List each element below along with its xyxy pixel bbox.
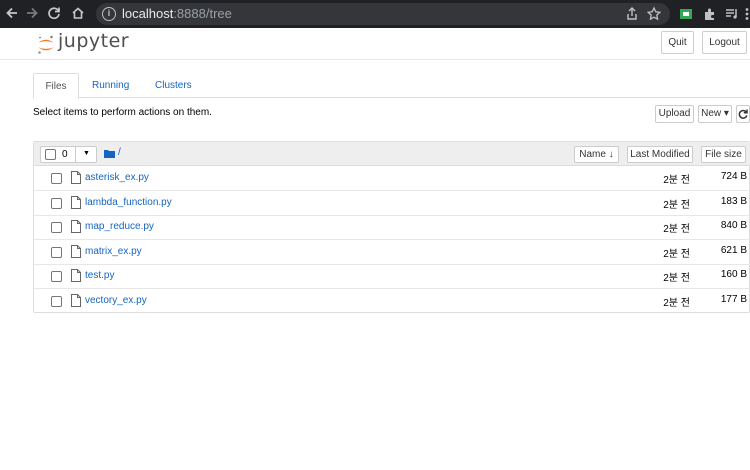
file-icon: [71, 244, 81, 258]
file-icon: [71, 195, 81, 209]
item-link[interactable]: test.py: [85, 270, 114, 281]
tab-clusters[interactable]: Clusters: [143, 73, 204, 98]
select-menu-caret-icon[interactable]: ▼: [75, 146, 97, 163]
browser-toolbar: i localhost:8888/tree: [0, 0, 750, 28]
list-item[interactable]: lambda_function.py 2분 전 183 B: [34, 191, 750, 216]
file-icon: [71, 269, 81, 282]
dashboard-tabs: Files Running Clusters: [33, 73, 750, 99]
item-checkbox[interactable]: [51, 173, 62, 184]
file-icon: [71, 171, 81, 184]
list-header: 0 ▼ / Name ↓ Last Modified File size: [34, 142, 750, 166]
jupyter-header: jupyter Quit Logout: [0, 28, 750, 60]
extension-green-icon[interactable]: [678, 6, 694, 22]
list-item[interactable]: asterisk_ex.py 2분 전 724 B: [34, 166, 750, 191]
back-icon[interactable]: [2, 4, 22, 24]
forward-icon[interactable]: [22, 4, 42, 24]
item-link[interactable]: vectory_ex.py: [85, 295, 147, 306]
selected-count: 0: [62, 149, 68, 160]
extensions-puzzle-icon[interactable]: [702, 6, 718, 22]
media-queue-icon[interactable]: [724, 6, 740, 22]
breadcrumb-root[interactable]: /: [118, 147, 121, 158]
menu-icon[interactable]: [744, 6, 750, 22]
reload-icon[interactable]: [44, 4, 64, 24]
item-modified: 2분 전: [663, 224, 690, 235]
tab-running[interactable]: Running: [80, 73, 141, 98]
item-link[interactable]: matrix_ex.py: [85, 246, 142, 257]
item-checkbox[interactable]: [51, 295, 62, 307]
item-size: 724 B: [720, 171, 747, 182]
quit-button[interactable]: Quit: [661, 31, 694, 54]
item-checkbox[interactable]: [51, 197, 62, 209]
jupyter-logo-icon[interactable]: [36, 34, 56, 56]
sort-name-button[interactable]: Name ↓: [574, 146, 619, 163]
list-item[interactable]: matrix_ex.py 2분 전 621 B: [34, 240, 750, 265]
site-info-icon[interactable]: i: [102, 7, 116, 21]
bookmark-star-icon[interactable]: [646, 6, 662, 22]
url-text: localhost:8888/tree: [122, 6, 232, 21]
item-modified: 2분 전: [663, 199, 690, 211]
sort-file-size-button[interactable]: File size: [701, 146, 746, 163]
jupyter-logo-text[interactable]: jupyter: [58, 30, 129, 52]
item-link[interactable]: map_reduce.py: [85, 221, 154, 232]
select-items-message: Select items to perform actions on them.: [33, 107, 212, 118]
list-item[interactable]: test.py 2분 전 160 B: [34, 264, 750, 289]
file-icon: [71, 293, 81, 307]
item-modified: 2분 전: [663, 273, 690, 284]
folder-icon[interactable]: [104, 149, 115, 158]
item-size: 183 B: [720, 195, 747, 207]
item-link[interactable]: lambda_function.py: [85, 197, 172, 208]
logout-button[interactable]: Logout: [702, 31, 747, 54]
sort-last-modified-button[interactable]: Last Modified: [627, 146, 693, 163]
item-link[interactable]: asterisk_ex.py: [85, 172, 149, 183]
sort-arrow-down-icon: ↓: [608, 149, 614, 160]
item-size: 160 B: [720, 269, 747, 280]
share-icon[interactable]: [624, 6, 640, 22]
list-item[interactable]: vectory_ex.py 2분 전 177 B: [34, 289, 750, 314]
refresh-icon: [738, 109, 748, 119]
item-modified: 2분 전: [663, 175, 690, 186]
sort-name-label: Name: [579, 149, 606, 160]
refresh-button[interactable]: [736, 105, 750, 123]
list-item[interactable]: map_reduce.py 2분 전 840 B: [34, 215, 750, 240]
notebook-list: 0 ▼ / Name ↓ Last Modified File size ast…: [33, 141, 750, 313]
upload-button[interactable]: Upload: [655, 105, 694, 123]
item-checkbox[interactable]: [51, 271, 62, 282]
new-dropdown-button[interactable]: New ▾: [698, 105, 732, 123]
select-all-checkbox[interactable]: [45, 149, 56, 160]
home-icon[interactable]: [68, 4, 88, 24]
address-bar[interactable]: i localhost:8888/tree: [96, 3, 670, 25]
item-size: 621 B: [720, 244, 747, 256]
item-modified: 2분 전: [663, 297, 690, 309]
tab-files[interactable]: Files: [33, 73, 79, 99]
item-checkbox[interactable]: [51, 222, 62, 233]
select-all-group[interactable]: 0 ▼: [40, 146, 97, 163]
item-checkbox[interactable]: [51, 246, 62, 258]
item-size: 177 B: [720, 293, 747, 305]
item-modified: 2분 전: [663, 248, 690, 260]
item-size: 840 B: [720, 220, 747, 231]
file-icon: [71, 220, 81, 233]
